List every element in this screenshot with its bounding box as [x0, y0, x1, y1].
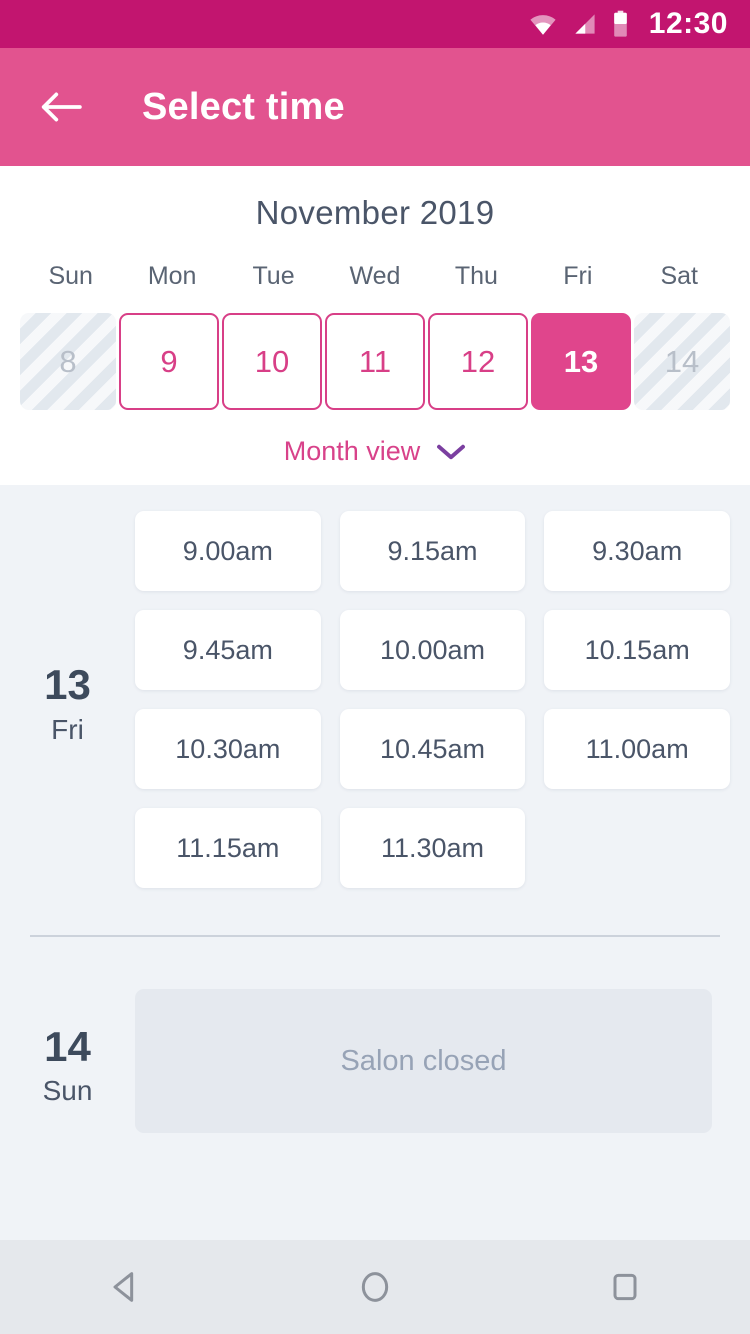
day-section-14: 14 Sun Salon closed — [0, 989, 750, 1133]
back-button[interactable] — [32, 78, 90, 136]
weekday-label: Mon — [147, 262, 197, 290]
time-slot[interactable]: 10.30am — [135, 709, 321, 789]
android-nav-bar — [0, 1240, 750, 1334]
nav-back-button[interactable] — [65, 1240, 185, 1334]
circle-home-icon — [361, 1272, 389, 1302]
weekday-label: Thu — [454, 262, 498, 290]
day-label-13: 13 Fri — [0, 511, 135, 888]
day-of-week: Sun — [42, 1075, 93, 1107]
date-cell-12[interactable]: 12 — [428, 313, 528, 410]
time-slot-grid: 9.00am 9.15am 9.30am 9.45am 10.00am 10.1… — [135, 511, 730, 888]
time-slot[interactable]: 9.30am — [544, 511, 730, 591]
day-number: 14 — [44, 1022, 91, 1070]
time-slot[interactable]: 11.30am — [339, 808, 526, 888]
day-number: 13 — [44, 661, 91, 709]
salon-closed-panel: Salon closed — [135, 989, 712, 1133]
triangle-back-icon — [113, 1272, 134, 1302]
status-bar-clock: 12:30 — [648, 7, 728, 40]
nav-home-button[interactable] — [315, 1240, 435, 1334]
day-section-13: 13 Fri 9.00am 9.15am 9.30am 9.45am 10.00… — [0, 511, 750, 888]
date-strip: 8 9 10 11 12 13 14 — [0, 313, 750, 410]
chevron-down-icon — [437, 444, 466, 459]
signal-icon — [572, 12, 598, 36]
time-slot[interactable]: 9.00am — [135, 511, 321, 591]
weekday-label: Fri — [563, 262, 593, 290]
page-title: Select time — [142, 85, 345, 128]
day-label-14: 14 Sun — [0, 989, 135, 1133]
app-bar: Select time — [0, 48, 750, 166]
weekday-header: Sun Mon Tue Wed Thu Fri Sat — [0, 262, 750, 291]
weekday-label: Sun — [48, 262, 93, 290]
day-of-week: Fri — [51, 713, 84, 745]
weekday-label: Sat — [660, 262, 698, 290]
calendar-panel: November 2019 Sun Mon Tue Wed Thu Fri Sa… — [0, 166, 750, 485]
date-cell-14: 14 — [634, 313, 730, 410]
time-slot[interactable]: 9.45am — [135, 610, 321, 690]
arrow-left-icon — [41, 92, 82, 122]
time-slot[interactable]: 9.15am — [339, 511, 526, 591]
time-slot[interactable]: 11.00am — [544, 709, 730, 789]
time-slot[interactable]: 10.45am — [339, 709, 526, 789]
date-cell-8: 8 — [20, 313, 116, 410]
wifi-icon — [528, 12, 558, 36]
month-title: November 2019 — [255, 194, 495, 231]
battery-icon — [612, 10, 629, 38]
square-recents-icon — [613, 1273, 637, 1301]
nav-recents-button[interactable] — [565, 1240, 685, 1334]
weekday-label: Wed — [349, 262, 401, 290]
status-bar: 12:30 — [0, 0, 750, 48]
schedule-body: 13 Fri 9.00am 9.15am 9.30am 9.45am 10.00… — [0, 485, 750, 1133]
date-cell-10[interactable]: 10 — [222, 313, 322, 410]
time-slot[interactable]: 10.15am — [544, 610, 730, 690]
time-slot[interactable]: 11.15am — [135, 808, 321, 888]
date-cell-9[interactable]: 9 — [119, 313, 219, 410]
month-view-label: Month view — [283, 436, 421, 466]
date-cell-11[interactable]: 11 — [325, 313, 425, 410]
date-cell-13[interactable]: 13 — [531, 313, 631, 410]
weekday-label: Tue — [252, 262, 295, 290]
month-view-toggle[interactable]: Month view — [0, 436, 750, 467]
slots-container: 9.00am 9.15am 9.30am 9.45am 10.00am 10.1… — [135, 511, 730, 888]
section-divider — [30, 935, 720, 937]
time-slot[interactable]: 10.00am — [339, 610, 526, 690]
